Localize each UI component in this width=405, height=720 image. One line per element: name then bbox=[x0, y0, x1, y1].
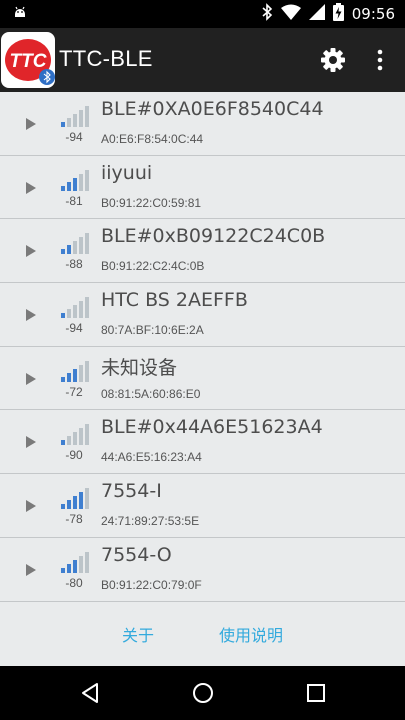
device-row[interactable]: -88 BLE#0xB09122C24C0B B0:91:22:C2:4C:0B bbox=[0, 219, 405, 284]
signal-strength-icon bbox=[61, 105, 89, 131]
app-title: TTC-BLE bbox=[59, 46, 153, 71]
device-row[interactable]: -94 BLE#0XA0E6F8540C44 A0:E6:F8:54:0C:44 bbox=[0, 92, 405, 156]
svg-text:TTC: TTC bbox=[10, 51, 47, 72]
device-name: HTC BS 2AEFFB bbox=[101, 289, 248, 312]
back-icon[interactable] bbox=[79, 681, 103, 705]
play-icon[interactable] bbox=[25, 180, 37, 199]
about-link[interactable]: 关于 bbox=[122, 622, 154, 646]
signal-strength-icon bbox=[61, 232, 89, 258]
signal-strength-icon bbox=[61, 169, 89, 195]
rssi-value: -72 bbox=[65, 384, 83, 399]
device-name: BLE#0xB09122C24C0B bbox=[101, 225, 326, 248]
rssi-value: -78 bbox=[65, 512, 83, 527]
device-name: 7554-I bbox=[101, 480, 162, 503]
device-mac: B0:91:22:C0:59:81 bbox=[101, 195, 202, 210]
rssi-value: -90 bbox=[65, 448, 83, 463]
play-icon[interactable] bbox=[25, 371, 37, 390]
play-icon[interactable] bbox=[25, 116, 37, 135]
rssi-value: -81 bbox=[65, 193, 83, 208]
rssi-value: -94 bbox=[65, 321, 83, 336]
device-list-panel: -94 BLE#0XA0E6F8540C44 A0:E6:F8:54:0C:44… bbox=[0, 92, 405, 666]
device-name: BLE#0XA0E6F8540C44 bbox=[101, 98, 324, 120]
play-icon[interactable] bbox=[25, 562, 37, 581]
action-bar: TTC TTC-BLE bbox=[0, 28, 405, 92]
device-name: 7554-O bbox=[101, 543, 172, 566]
play-icon[interactable] bbox=[25, 498, 37, 517]
device-row[interactable]: -81 iiyuui B0:91:22:C0:59:81 bbox=[0, 156, 405, 220]
signal-strength-icon bbox=[61, 423, 89, 449]
app-logo-icon: TTC bbox=[1, 32, 55, 88]
bluetooth-icon bbox=[261, 3, 273, 25]
signal-strength-icon bbox=[61, 487, 89, 513]
battery-charging-icon bbox=[332, 3, 344, 25]
android-debug-icon bbox=[12, 5, 28, 25]
rssi-value: -88 bbox=[65, 257, 83, 272]
status-bar: 09:56 bbox=[0, 0, 405, 28]
device-name: iiyuui bbox=[101, 161, 153, 184]
device-mac: 80:7A:BF:10:6E:2A bbox=[101, 323, 204, 338]
rssi-value: -80 bbox=[65, 575, 83, 590]
device-mac: B0:91:22:C2:4C:0B bbox=[101, 259, 205, 274]
gear-icon[interactable] bbox=[319, 46, 347, 74]
play-icon[interactable] bbox=[25, 307, 37, 326]
device-name: BLE#0x44A6E51623A4 bbox=[101, 416, 323, 439]
signal-strength-icon bbox=[61, 360, 89, 386]
signal-strength-icon bbox=[61, 551, 89, 577]
device-mac: 44:A6:E5:16:23:A4 bbox=[101, 450, 202, 465]
device-mac: A0:E6:F8:54:0C:44 bbox=[101, 132, 204, 146]
play-icon[interactable] bbox=[25, 243, 37, 262]
device-mac: 24:71:89:27:53:5E bbox=[101, 514, 200, 529]
home-icon[interactable] bbox=[191, 681, 215, 705]
signal-strength-icon bbox=[61, 296, 89, 322]
signal-icon bbox=[308, 4, 325, 24]
play-icon[interactable] bbox=[25, 434, 37, 453]
device-mac: 08:81:5A:60:86:E0 bbox=[101, 386, 201, 401]
wifi-icon bbox=[280, 4, 301, 24]
device-row[interactable]: -78 7554-I 24:71:89:27:53:5E bbox=[0, 474, 405, 538]
help-link[interactable]: 使用说明 bbox=[219, 622, 283, 646]
device-row[interactable]: -80 7554-O B0:91:22:C0:79:0F bbox=[0, 538, 405, 602]
device-row[interactable]: -94 HTC BS 2AEFFB 80:7A:BF:10:6E:2A bbox=[0, 283, 405, 347]
overflow-menu-icon[interactable] bbox=[370, 46, 390, 74]
rssi-value: -94 bbox=[65, 130, 83, 144]
recents-icon[interactable] bbox=[304, 681, 328, 705]
device-row[interactable]: -72 未知设备 08:81:5A:60:86:E0 bbox=[0, 347, 405, 411]
clock: 09:56 bbox=[351, 5, 395, 23]
device-name: 未知设备 bbox=[101, 356, 178, 379]
navigation-bar bbox=[0, 666, 405, 720]
device-list: -94 BLE#0XA0E6F8540C44 A0:E6:F8:54:0C:44… bbox=[0, 92, 405, 602]
device-mac: B0:91:22:C0:79:0F bbox=[101, 577, 202, 592]
device-row[interactable]: -90 BLE#0x44A6E51623A4 44:A6:E5:16:23:A4 bbox=[0, 410, 405, 475]
bottom-links: 关于 使用说明 bbox=[0, 612, 405, 652]
